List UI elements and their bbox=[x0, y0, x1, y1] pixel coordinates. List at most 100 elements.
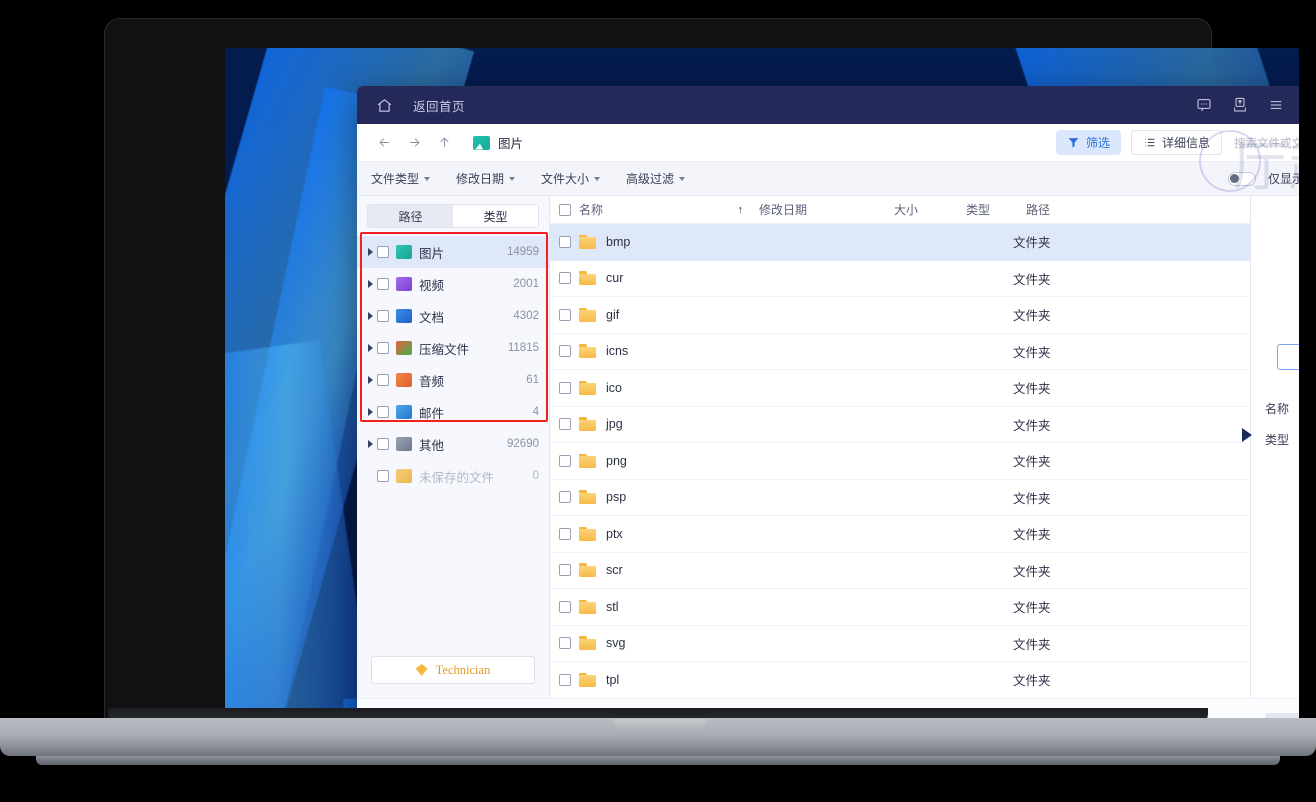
upload-icon[interactable] bbox=[1223, 90, 1257, 120]
breadcrumb[interactable]: 图片 bbox=[473, 133, 523, 152]
sidebar-item-2[interactable]: 文档 4302 bbox=[357, 300, 549, 332]
sidebar-tab-path[interactable]: 路径 bbox=[368, 205, 453, 227]
table-rows: bmp 文件夹 cur 文件夹 gif 文件夹 icns 文件夹 ico 文件夹 jpg 文件夹 png… bbox=[550, 224, 1250, 698]
table-row[interactable]: jpg 文件夹 bbox=[550, 407, 1250, 443]
chat-icon[interactable] bbox=[1187, 90, 1221, 120]
folder-icon bbox=[579, 636, 596, 651]
arrow-up-icon[interactable] bbox=[429, 129, 459, 157]
chevron-down-icon bbox=[509, 176, 516, 181]
row-checkbox[interactable] bbox=[559, 272, 571, 285]
table-row[interactable]: tpl 文件夹 bbox=[550, 662, 1250, 698]
select-all-checkbox[interactable] bbox=[559, 203, 571, 216]
column-header-date[interactable]: 修改日期 bbox=[759, 201, 894, 218]
table-row[interactable]: ptx 文件夹 bbox=[550, 516, 1250, 553]
table-row[interactable]: ico 文件夹 bbox=[550, 370, 1250, 407]
sidebar-tab-type[interactable]: 类型 bbox=[453, 205, 538, 227]
arrow-left-icon[interactable] bbox=[369, 129, 399, 157]
sidebar-item-checkbox[interactable] bbox=[377, 406, 389, 418]
column-header-name[interactable]: 名称 ↑ bbox=[559, 201, 759, 218]
table-row[interactable]: icns 文件夹 bbox=[550, 334, 1250, 370]
row-checkbox[interactable] bbox=[559, 673, 571, 686]
show-lost-files-toggle[interactable] bbox=[1227, 171, 1256, 186]
row-checkbox[interactable] bbox=[559, 308, 571, 321]
menu-icon[interactable] bbox=[1259, 90, 1293, 120]
sidebar-item-checkbox[interactable] bbox=[377, 278, 389, 290]
tree-expand-arrow-icon[interactable] bbox=[363, 408, 377, 416]
sidebar-item-count: 4302 bbox=[513, 310, 539, 322]
sort-indicator[interactable]: ↑ bbox=[738, 204, 744, 216]
row-checkbox[interactable] bbox=[559, 345, 571, 358]
tree-expand-arrow-icon[interactable] bbox=[363, 312, 377, 320]
table-row[interactable]: cur 文件夹 bbox=[550, 261, 1250, 297]
filter-file-type-label: 文件类型 bbox=[371, 172, 420, 186]
sidebar-item-checkbox[interactable] bbox=[377, 246, 389, 258]
filter-file-size[interactable]: 文件大小 bbox=[541, 170, 601, 187]
sidebar-item-4[interactable]: 音频 61 bbox=[357, 364, 549, 396]
table-row[interactable]: stl 文件夹 bbox=[550, 589, 1250, 626]
row-checkbox[interactable] bbox=[559, 564, 571, 577]
open-button[interactable]: 打开 bbox=[1277, 344, 1299, 370]
row-checkbox[interactable] bbox=[559, 454, 571, 467]
sidebar-item-checkbox[interactable] bbox=[377, 374, 389, 386]
row-checkbox[interactable] bbox=[559, 491, 571, 504]
tree-expand-arrow-icon[interactable] bbox=[363, 248, 377, 256]
sidebar-item-6[interactable]: 其他 92690 bbox=[357, 428, 549, 460]
sidebar-item-checkbox[interactable] bbox=[377, 438, 389, 450]
tree-expand-arrow-icon[interactable] bbox=[363, 440, 377, 448]
cell-type: 文件夹 bbox=[1013, 382, 1051, 397]
row-checkbox[interactable] bbox=[559, 381, 571, 394]
details-button[interactable]: 详细信息 bbox=[1130, 130, 1222, 155]
column-header-size[interactable]: 大小 bbox=[894, 201, 966, 218]
show-lost-files-label: 仅显示丢失文件 bbox=[1267, 172, 1299, 186]
sidebar-item-5[interactable]: 邮件 4 bbox=[357, 396, 549, 428]
sidebar-item-7[interactable]: 未保存的文件 0 bbox=[357, 460, 549, 492]
tree-expand-arrow-icon[interactable] bbox=[363, 344, 377, 352]
table-row[interactable]: bmp 文件夹 bbox=[550, 224, 1250, 261]
filter-modified-date[interactable]: 修改日期 bbox=[456, 170, 516, 187]
laptop-foot bbox=[36, 756, 1280, 765]
sidebar-item-count: 14959 bbox=[507, 246, 539, 258]
sidebar-item-label: 图片 bbox=[419, 246, 445, 261]
chevron-down-icon bbox=[594, 176, 601, 181]
sidebar-item-1[interactable]: 视频 2001 bbox=[357, 268, 549, 300]
category-icon bbox=[396, 373, 412, 387]
picture-icon bbox=[473, 135, 490, 150]
row-checkbox[interactable] bbox=[559, 527, 571, 540]
row-checkbox[interactable] bbox=[559, 600, 571, 613]
sidebar-item-3[interactable]: 压缩文件 11815 bbox=[357, 332, 549, 364]
minimize-icon[interactable] bbox=[1295, 90, 1299, 120]
table-row[interactable]: svg 文件夹 bbox=[550, 626, 1250, 662]
sidebar-item-checkbox[interactable] bbox=[377, 310, 389, 322]
technician-area: Technician bbox=[357, 646, 549, 698]
table-row[interactable]: scr 文件夹 bbox=[550, 553, 1250, 589]
home-icon[interactable] bbox=[371, 92, 397, 118]
category-icon bbox=[396, 245, 412, 259]
table-row[interactable]: psp 文件夹 bbox=[550, 480, 1250, 516]
filter-advanced[interactable]: 高级过滤 bbox=[626, 170, 686, 187]
table-row[interactable]: gif 文件夹 bbox=[550, 297, 1250, 334]
sidebar-item-0[interactable]: 图片 14959 bbox=[357, 236, 549, 268]
tree-expand-arrow-icon[interactable] bbox=[363, 280, 377, 288]
back-to-home-label[interactable]: 返回首页 bbox=[413, 96, 465, 115]
row-checkbox[interactable] bbox=[559, 418, 571, 431]
category-icon bbox=[396, 405, 412, 419]
arrow-right-icon[interactable] bbox=[399, 129, 429, 157]
filter-button[interactable]: 筛选 bbox=[1055, 130, 1121, 155]
tree-expand-arrow-icon[interactable] bbox=[363, 376, 377, 384]
table-row[interactable]: png 文件夹 bbox=[550, 443, 1250, 480]
sidebar-item-checkbox[interactable] bbox=[377, 470, 389, 482]
panel-splitter[interactable] bbox=[1242, 196, 1252, 698]
expand-preview-arrow[interactable] bbox=[1242, 428, 1252, 442]
filter-file-type[interactable]: 文件类型 bbox=[371, 170, 431, 187]
folder-icon bbox=[579, 490, 596, 505]
filter-file-size-label: 文件大小 bbox=[541, 172, 590, 186]
sidebar-item-count: 4 bbox=[532, 406, 539, 418]
search-input[interactable]: 搜索文件或文件夹 bbox=[1232, 130, 1299, 156]
column-header-path[interactable]: 路径 bbox=[1026, 201, 1250, 218]
sidebar-item-checkbox[interactable] bbox=[377, 342, 389, 354]
technician-badge[interactable]: Technician bbox=[371, 656, 535, 684]
row-checkbox[interactable] bbox=[559, 235, 571, 248]
row-checkbox[interactable] bbox=[559, 637, 571, 650]
chevron-down-icon bbox=[424, 176, 431, 181]
column-header-type[interactable]: 类型 bbox=[966, 201, 1026, 218]
